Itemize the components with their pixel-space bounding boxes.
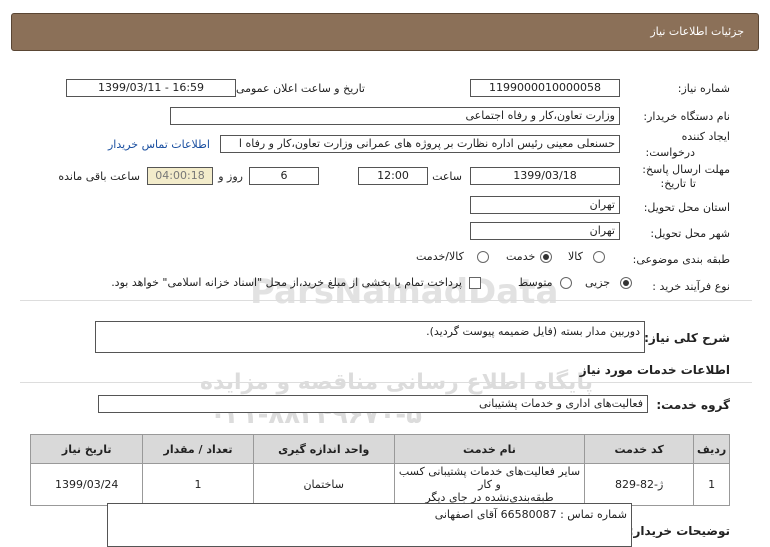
category-radio-service[interactable]	[540, 251, 552, 263]
category-radio-goods-service[interactable]	[477, 251, 489, 263]
announce-label: تاریخ و ساعت اعلان عمومی:	[232, 82, 365, 95]
cell-service-name-line1: سایر فعالیت‌های خدمات پشتیبانی کسب و کار	[398, 465, 581, 491]
deadline-label-line1: مهلت ارسال پاسخ:	[642, 163, 730, 176]
col-need-date: تاریخ نیاز	[29, 434, 144, 464]
col-service-name: نام خدمت	[393, 434, 586, 464]
days-field[interactable]: 6	[249, 167, 319, 185]
cell-unit: ساختمان	[252, 463, 395, 506]
purchase-type-label: نوع فرآیند خرید :	[652, 280, 730, 293]
table-header-row: ردیف کد خدمت نام خدمت واحد اندازه گیری ت…	[29, 434, 730, 464]
city-field[interactable]: تهران	[470, 222, 620, 240]
deadline-time-field[interactable]: 12:00	[358, 167, 428, 185]
deadline-time-label: ساعت	[432, 170, 462, 183]
purchase-option-medium: متوسط	[518, 276, 553, 289]
cell-service-name: سایر فعالیت‌های خدمات پشتیبانی کسب و کار…	[393, 463, 586, 506]
col-row-number: ردیف	[693, 434, 730, 464]
need-number-label: شماره نیاز:	[677, 82, 730, 95]
treasury-payment-note: پرداخت تمام یا بخشی از مبلغ خرید،از محل …	[111, 276, 462, 289]
buyer-org-label: نام دستگاه خریدار:	[643, 110, 730, 123]
buyer-contact-link[interactable]: اطلاعات تماس خریدار	[108, 138, 210, 151]
category-radio-goods[interactable]	[593, 251, 605, 263]
purchase-radio-minor[interactable]	[620, 277, 632, 289]
creator-label-line1: ایجاد کننده	[681, 130, 730, 143]
separator-mid	[20, 382, 752, 383]
province-field[interactable]: تهران	[470, 196, 620, 214]
title-bar: جزئیات اطلاعات نیاز	[11, 13, 759, 51]
services-table: ردیف کد خدمت نام خدمت واحد اندازه گیری ت…	[29, 434, 730, 506]
treasury-payment-checkbox[interactable]	[469, 277, 481, 289]
col-quantity: تعداد / مقدار	[142, 434, 254, 464]
creator-label-line2: درخواست:	[645, 146, 695, 159]
announce-field[interactable]: 1399/03/11 - 16:59	[66, 79, 236, 97]
remaining-label: ساعت باقی مانده	[58, 170, 140, 183]
province-label: استان محل تحویل:	[643, 201, 730, 214]
city-label: شهر محل تحویل:	[650, 227, 730, 240]
col-service-code: کد خدمت	[584, 434, 695, 464]
need-number-field[interactable]: 1199000010000058	[470, 79, 620, 97]
category-label: طبقه بندی موضوعی:	[632, 253, 730, 266]
category-option-goods: کالا	[568, 250, 583, 263]
remaining-time-field: 04:00:18	[147, 167, 213, 185]
cell-service-code: ژ-82-829	[584, 463, 695, 506]
summary-label: شرح کلی نیاز:	[644, 331, 730, 345]
table-row[interactable]: 1 ژ-82-829 سایر فعالیت‌های خدمات پشتیبان…	[29, 463, 730, 506]
category-option-service: خدمت	[506, 250, 536, 263]
creator-field[interactable]: حسنعلی معینی رئیس اداره نظارت بر پروژه ه…	[220, 135, 620, 153]
buyer-org-field[interactable]: وزارت تعاون،کار و رفاه اجتماعی	[170, 107, 620, 125]
deadline-date-field[interactable]: 1399/03/18	[470, 167, 620, 185]
buyer-notes-label: توضیحات خریدار:	[628, 524, 730, 538]
cell-need-date: 1399/03/24	[29, 463, 144, 506]
cell-quantity: 1	[142, 463, 254, 506]
purchase-option-minor: جزیی	[585, 276, 611, 289]
services-info-heading: اطلاعات خدمات مورد نیاز	[579, 363, 730, 377]
deadline-label-line2: تا تاریخ:	[660, 177, 696, 190]
category-option-goods-service: کالا/خدمت	[416, 250, 464, 263]
service-group-label: گروه خدمت:	[656, 398, 730, 412]
buyer-notes-field[interactable]: شماره تماس : 66580087 آقای اصفهانی	[107, 503, 632, 547]
page-title: جزئیات اطلاعات نیاز	[650, 25, 744, 38]
col-unit: واحد اندازه گیری	[252, 434, 395, 464]
purchase-radio-medium[interactable]	[560, 277, 572, 289]
cell-row-number: 1	[693, 463, 730, 506]
summary-field[interactable]: دوربین مدار بسته (فایل ضمیمه پیوست گردید…	[95, 321, 645, 353]
days-label: روز و	[218, 170, 243, 183]
service-group-field[interactable]: فعالیت‌های اداری و خدمات پشتیبانی	[98, 395, 648, 413]
separator-top	[20, 300, 752, 301]
